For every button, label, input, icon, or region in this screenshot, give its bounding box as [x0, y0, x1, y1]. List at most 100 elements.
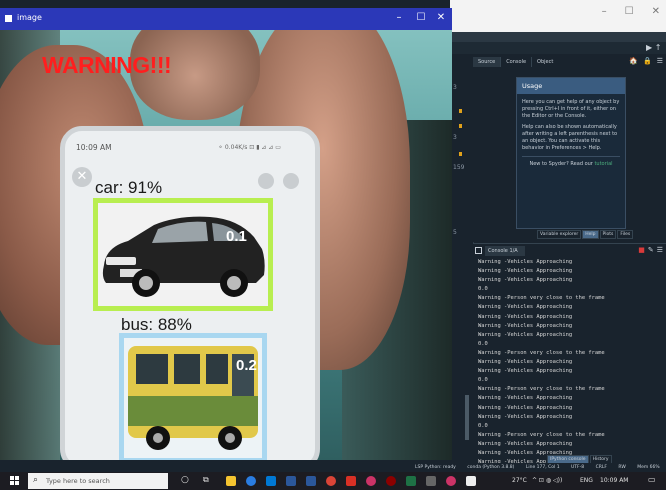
chrome-icon[interactable] — [326, 476, 336, 486]
console-line: Warning -Vehicles Approaching — [478, 259, 573, 265]
console-line: Warning -Vehicles Approaching — [478, 359, 573, 366]
status-bar: LSP Python: ready conda (Python 3.8.8) L… — [395, 463, 666, 472]
console-line: Warning -Vehicles Approaching — [478, 331, 573, 338]
usage-title: Usage — [517, 78, 625, 94]
editor-scrollbar[interactable] — [465, 395, 469, 440]
console-line: Warning -Vehicles Approaching — [478, 368, 573, 375]
editor-gutter: 3 3 5 159 — [450, 54, 474, 440]
console-output[interactable]: Warning -Vehicles Approaching Warning -Ve… — [478, 258, 660, 467]
line-number: 5 — [453, 229, 457, 236]
line-number: 3 — [453, 134, 457, 141]
console-line: 0.0 — [478, 286, 488, 293]
console-line: 0.0 — [478, 422, 488, 429]
status-encoding: UTF-8 — [571, 465, 585, 470]
file-explorer-icon[interactable] — [226, 476, 236, 486]
status-lsp: LSP Python: ready — [415, 465, 456, 470]
console-line: Warning -Person very close to the frame — [478, 386, 605, 393]
warning-text: WARNING!!! — [42, 52, 172, 78]
status-memory: Mem 66% — [637, 465, 660, 470]
windows-start-icon[interactable] — [10, 476, 20, 486]
notification-icon[interactable]: ▭ — [648, 475, 656, 484]
bus-detection-box — [119, 333, 267, 460]
detection-label: bus: 88% — [121, 315, 192, 334]
spyder-window-controls: – ☐ ✕ — [602, 6, 660, 17]
console-line: Warning -Vehicles Approaching — [478, 322, 573, 329]
tray-icons[interactable]: ^ ⊡ ◍ ◁)) — [532, 477, 562, 484]
status-cursor: Line 177, Col 1 — [525, 465, 560, 470]
spyder-close-button[interactable]: ✕ — [652, 6, 660, 17]
usage-text: Here you can get help of any object by p… — [522, 99, 620, 119]
window-title: image — [17, 13, 42, 22]
phone-button-icon — [283, 173, 299, 189]
settings-icon[interactable] — [426, 476, 436, 486]
maximize-button[interactable]: ☐ — [414, 12, 428, 23]
store-icon[interactable] — [266, 476, 276, 486]
app-icon[interactable] — [446, 476, 456, 486]
edge-icon[interactable] — [246, 476, 256, 486]
spyder-maximize-button[interactable]: ☐ — [625, 6, 634, 17]
distance-value: 0.1 — [226, 228, 247, 245]
console-line: Warning -Person very close to the frame — [478, 431, 605, 438]
console-line: Warning -Vehicles Approaching — [478, 395, 573, 402]
clock[interactable]: 10:09 AM — [600, 477, 628, 484]
image-window[interactable]: image – ☐ ✕ 10:09 AM ⚬ 0.04K/s ⊡ ▮ ⊿ ⊿ ▭… — [0, 8, 452, 460]
tutorial-prompt-text: New to Spyder? Read our — [529, 161, 593, 168]
console-line: Warning -Vehicles Approaching — [478, 413, 573, 420]
task-view-icon[interactable]: ⧉ — [203, 475, 209, 485]
console-pane: Console 1/A ■ ✎ ☰ Warning -Vehicles Appr… — [473, 243, 666, 467]
status-perms: RW — [618, 465, 626, 470]
lock-icon[interactable]: 🔒 — [643, 57, 652, 65]
excel-icon[interactable] — [406, 476, 416, 486]
phone-time: 10:09 AM — [76, 143, 112, 152]
stop-icon[interactable]: ■ — [638, 246, 645, 254]
phone-status-icons: ⚬ 0.04K/s ⊡ ▮ ⊿ ⊿ ▭ — [218, 144, 281, 151]
spyder-icon[interactable] — [386, 476, 396, 486]
car-detection-box — [93, 198, 273, 311]
close-button[interactable]: ✕ — [434, 12, 448, 23]
divider — [522, 156, 620, 158]
warning-marker-icon — [459, 152, 462, 156]
search-placeholder: Type here to search — [46, 477, 110, 485]
weather-widget[interactable]: 27°C — [512, 477, 527, 484]
tab-help[interactable]: Help — [582, 230, 599, 239]
menu-icon[interactable]: ☰ — [657, 246, 663, 254]
console-line: 0.0 — [478, 377, 488, 384]
language-indicator[interactable]: ENG — [580, 477, 593, 484]
word-icon[interactable] — [306, 476, 316, 486]
taskbar: ⌕ Type here to search ○ ⧉ 27°C ^ ⊡ ◍ ◁))… — [0, 472, 666, 490]
console-tab[interactable]: Console 1/A — [485, 246, 525, 256]
notepad-icon[interactable] — [466, 476, 476, 486]
tab-console[interactable]: Console — [501, 57, 533, 67]
camera-frame: 10:09 AM ⚬ 0.04K/s ⊡ ▮ ⊿ ⊿ ▭ ✕ WARNING!!… — [0, 30, 452, 460]
tab-files[interactable]: Files — [617, 230, 634, 239]
spyder-minimize-button[interactable]: – — [602, 6, 607, 17]
cortana-icon[interactable]: ○ — [181, 475, 189, 485]
photos-icon[interactable] — [366, 476, 376, 486]
taskbar-search-input[interactable]: ⌕ Type here to search — [28, 473, 168, 489]
status-eol: CRLF — [595, 465, 607, 470]
tab-variable-explorer[interactable]: Variable explorer — [537, 230, 582, 239]
home-icon[interactable]: 🏠 — [629, 57, 638, 65]
app-icon — [4, 14, 13, 23]
console-buttons: ■ ✎ ☰ — [638, 246, 663, 254]
tab-plots[interactable]: Plots — [599, 230, 617, 239]
search-icon: ⌕ — [33, 475, 39, 485]
image-window-titlebar[interactable]: image – ☐ ✕ — [0, 8, 452, 30]
distance-value: 0.2 — [236, 357, 257, 374]
tab-source[interactable]: Source — [473, 57, 502, 67]
spyder-menubar — [450, 32, 666, 42]
console-line: Warning -Vehicles Approaching — [478, 277, 573, 284]
pane-tabs: Variable explorer Help Plots Files — [537, 230, 634, 239]
toolbar-run-icons[interactable]: ▶ ↑ — [646, 43, 661, 52]
menu-icon[interactable]: ☰ — [657, 57, 663, 65]
console-line: Warning -Vehicles Approaching — [478, 268, 573, 275]
tab-object[interactable]: Object — [532, 57, 558, 67]
pdf-icon[interactable] — [346, 476, 356, 486]
minimize-button[interactable]: – — [392, 12, 406, 23]
clear-icon[interactable]: ✎ — [648, 246, 654, 254]
usage-panel: Usage Here you can get help of any objec… — [516, 77, 626, 229]
console-icon — [475, 247, 482, 254]
console-line: Warning -Person very close to the frame — [478, 295, 605, 302]
tutorial-link[interactable]: tutorial — [594, 161, 612, 167]
mail-icon[interactable] — [286, 476, 296, 486]
